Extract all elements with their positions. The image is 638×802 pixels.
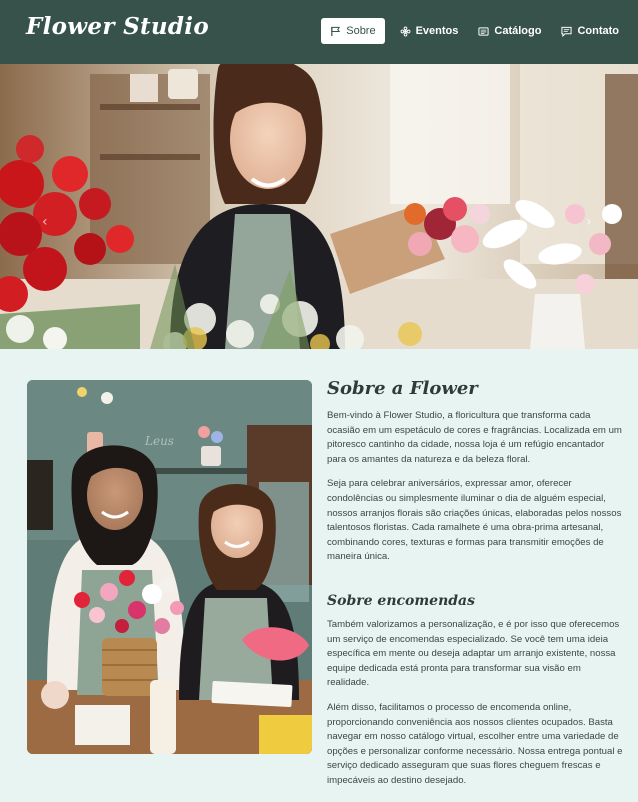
nav-item-eventos[interactable]: Eventos (395, 18, 464, 44)
carousel-next-icon[interactable]: › (586, 214, 592, 230)
nav-menu: Sobre Eventos Catálogo Contato (321, 18, 624, 44)
hero-image (0, 64, 638, 349)
about-title-bold: Sobre (327, 378, 386, 399)
svg-text:Leus: Leus (144, 434, 174, 448)
nav-item-label: Contato (577, 25, 619, 37)
orders-title-bold: Sobre (327, 592, 373, 609)
about-title-rest: a Flower (385, 378, 478, 399)
nav-item-label: Eventos (415, 25, 459, 37)
catalog-icon (478, 26, 489, 36)
about-paragraph-1: Bem-vindo à Flower Studio, a floricultur… (327, 410, 622, 465)
navbar: Flower Studio Sobre Eventos Catálogo Con… (0, 0, 638, 64)
nav-item-label: Catálogo (494, 25, 542, 37)
nav-item-contato[interactable]: Contato (556, 18, 624, 44)
carousel-prev-icon[interactable]: ‹ (42, 214, 48, 230)
orders-paragraph-2: Além disso, facilitamos o processo de en… (327, 701, 623, 786)
about-title: Sobre a Flower (327, 378, 623, 399)
flag-icon (331, 26, 341, 36)
message-icon (561, 26, 573, 37)
orders-title: Sobre encomendas (327, 593, 623, 609)
hero-carousel: ‹ › (0, 64, 638, 349)
flower-icon (400, 26, 411, 36)
about-photo: Leus (27, 380, 312, 754)
orders-title-rest: encomendas (372, 592, 475, 609)
brand-logo[interactable]: Flower Studio (26, 13, 209, 40)
nav-item-catalogo[interactable]: Catálogo (473, 18, 546, 44)
nav-item-sobre[interactable]: Sobre (321, 18, 385, 44)
orders-paragraph-1: Também valorizamos a personalização, e é… (327, 618, 620, 689)
about-content: Sobre a Flower Bem-vindo à Flower Studio… (327, 378, 623, 798)
about-paragraph-2: Seja para celebrar aniversários, express… (327, 478, 622, 563)
florists-image: Leus (27, 380, 312, 754)
nav-item-label: Sobre (346, 25, 376, 37)
